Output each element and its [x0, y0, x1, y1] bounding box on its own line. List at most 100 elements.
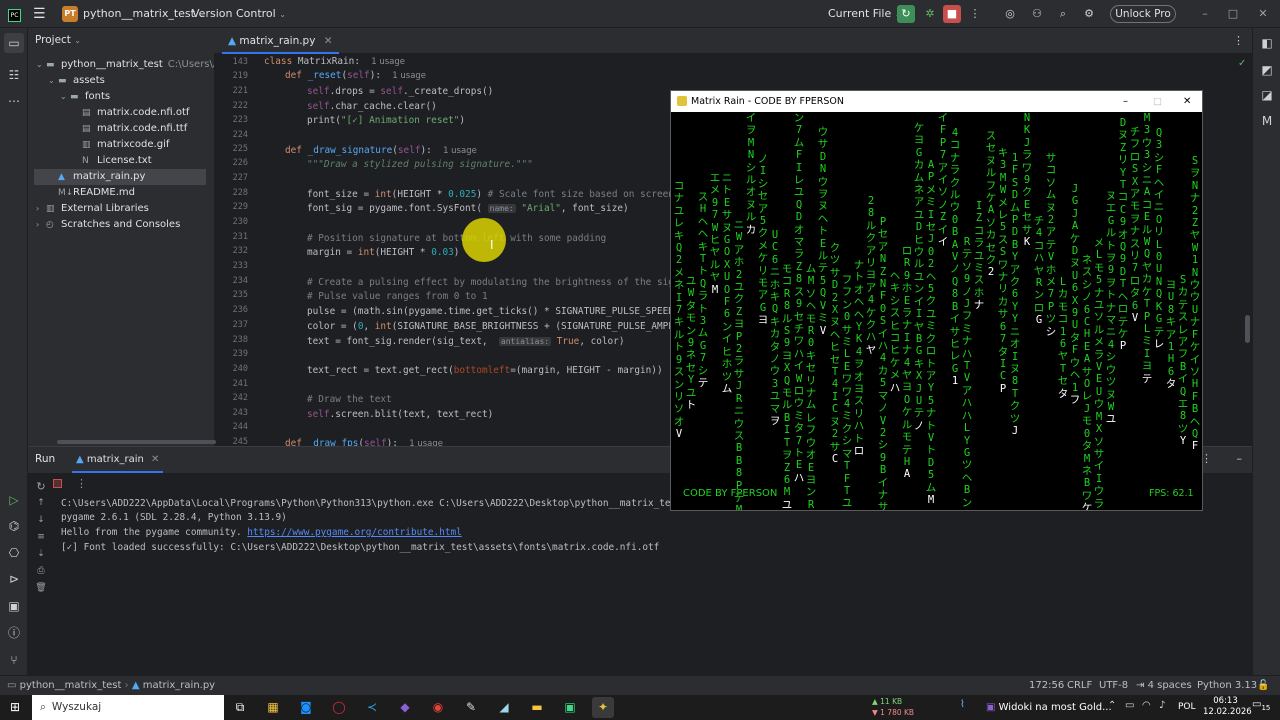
run-tool-icon[interactable]: ▷ [6, 492, 22, 508]
matrix-window-titlebar[interactable]: Matrix Rain - CODE BY FPERSON – □ ✕ [671, 91, 1202, 112]
run-config-tab[interactable]: ▲ matrix_rain ✕ [72, 447, 164, 473]
project-panel-title[interactable]: Project ⌄ [35, 34, 81, 46]
vscode-icon[interactable]: ≺ [361, 697, 383, 718]
gear-icon[interactable]: ⚙ [1080, 5, 1098, 23]
git-icon[interactable]: ⑂ [6, 652, 22, 668]
minimize-panel-icon[interactable]: – [1237, 452, 1243, 465]
wifi-icon[interactable]: ◠ [1142, 700, 1151, 711]
maximize-button[interactable]: □ [1224, 5, 1242, 23]
notifications-icon[interactable]: ◧ [1259, 35, 1275, 51]
problems-icon[interactable]: ⓘ [6, 625, 22, 641]
more-tabs-icon[interactable]: ⋮ [1233, 34, 1244, 47]
chrome-icon[interactable]: ◉ [427, 697, 449, 718]
matrix-close-button[interactable]: ✕ [1183, 91, 1191, 112]
chevron-right-icon[interactable]: › [36, 217, 46, 233]
visual-studio-icon[interactable]: ◆ [394, 697, 416, 718]
chevron-down-icon[interactable]: ⌄ [60, 89, 70, 105]
trash-icon[interactable]: 🗑 [34, 580, 48, 597]
breadcrumb[interactable]: ▭ python__matrix_test › ▲ matrix_rain.py [7, 676, 215, 696]
python-packages-icon[interactable]: ⌬ [6, 518, 22, 534]
chevron-down-icon[interactable]: ⌄ [48, 73, 58, 89]
rerun-icon[interactable]: ↻ [34, 478, 48, 495]
project-selector[interactable]: PT python__matrix_test ⌄ [62, 0, 205, 28]
tree-item[interactable]: › ◴ Scratches and Consoles [34, 217, 206, 233]
minimize-button[interactable]: – [1196, 5, 1214, 23]
run-options-icon[interactable]: ⋮ [76, 477, 87, 490]
more-tools-icon[interactable]: ⋯ [6, 93, 22, 109]
more-actions-icon[interactable]: ⋮ [966, 5, 984, 23]
language-indicator[interactable]: POL [1178, 695, 1196, 720]
pygame-link[interactable]: https://www.pygame.org/contribute.html [247, 527, 461, 538]
app-icon[interactable]: ✎ [460, 697, 482, 718]
run-tab-title[interactable]: Run [35, 453, 55, 465]
wrap-icon[interactable]: ≡ [34, 529, 48, 546]
rerun-button[interactable]: ↻ [897, 5, 915, 23]
pygame-taskbar-icon[interactable]: ✦ [592, 697, 614, 718]
tree-item[interactable]: M↓README.md [34, 185, 206, 201]
down-icon[interactable]: ↓ [34, 512, 48, 529]
close-tab-icon[interactable]: ✕ [151, 454, 159, 465]
structure-icon[interactable]: ☷ [6, 67, 22, 83]
windows-start-icon[interactable]: ⊞ [4, 697, 26, 718]
services-icon[interactable]: ⎔ [6, 545, 22, 561]
tab-matrix-rain[interactable]: ▲ matrix_rain.py ✕ [222, 28, 339, 54]
folder-icon[interactable]: ▭ [4, 33, 24, 53]
tree-item[interactable]: ▲ matrix_rain.py [34, 169, 206, 185]
run-icon[interactable]: ⊳ [6, 571, 22, 587]
tree-item[interactable]: › ▥ External Libraries [34, 201, 206, 217]
vcs-menu[interactable]: Version Control ⌄ [192, 0, 286, 28]
app2-icon[interactable]: ◢ [493, 697, 515, 718]
up-icon[interactable]: ↑ [34, 495, 48, 512]
stop-run-icon[interactable] [53, 479, 62, 488]
close-tab-icon[interactable]: ✕ [324, 35, 333, 47]
markdown-icon[interactable]: M [1259, 113, 1275, 129]
app-logo-icon[interactable]: PC [8, 0, 21, 28]
store-icon[interactable]: ▦ [262, 697, 284, 718]
stop-button[interactable]: ■ [943, 5, 961, 23]
close-button[interactable]: ✕ [1254, 5, 1272, 23]
tray-chevron-icon[interactable]: ⌃ [1108, 700, 1116, 711]
clock[interactable]: 06:13 12.02.2026 [1203, 696, 1252, 718]
tree-item[interactable]: ▤ matrix.code.nfi.ttf [34, 121, 206, 137]
task-view-icon[interactable]: ⧉ [229, 697, 251, 718]
chevron-right-icon[interactable]: › [36, 201, 46, 217]
outlook-icon[interactable]: ◙ [295, 697, 317, 718]
matrix-minimize-button[interactable]: – [1123, 91, 1128, 112]
tree-item[interactable]: ⌄ ▬ python__matrix_test C:\Users\ADD2 [34, 57, 242, 73]
scroll-end-icon[interactable]: ⇣ [34, 546, 48, 563]
indent-setting[interactable]: ⇥ 4 spaces [1136, 676, 1192, 696]
debug-button[interactable]: ✲ [921, 5, 939, 23]
lock-icon[interactable]: 🔓 [1257, 676, 1269, 696]
python-interpreter[interactable]: Python 3.13 [1197, 676, 1257, 696]
print-icon[interactable]: ⎙ [34, 563, 48, 580]
matrix-rain-window[interactable]: Matrix Rain - CODE BY FPERSON – □ ✕ コ ナ … [670, 90, 1203, 511]
main-menu-icon[interactable]: ☰ [33, 0, 46, 28]
unlock-pro-button[interactable]: Unlock Pro [1110, 5, 1176, 23]
tree-item[interactable]: N License.txt [34, 153, 206, 169]
tree-item[interactable]: ▥ matrixcode.gif [34, 137, 206, 153]
tree-item[interactable]: ▤ matrix.code.nfi.otf [34, 105, 206, 121]
notification-icon[interactable]: ▭15 [1252, 699, 1270, 712]
tree-item[interactable]: ⌄ ▬ assets [34, 73, 206, 89]
caret-position[interactable]: 172:56 [1029, 676, 1064, 696]
tree-item[interactable]: ⌄ ▬ fonts [34, 89, 206, 105]
line-separator[interactable]: CRLF [1067, 676, 1092, 696]
project-scrollbar[interactable] [57, 440, 216, 444]
file-explorer-icon[interactable]: ▬ [526, 697, 548, 718]
network-icon[interactable]: ▭ [1125, 700, 1134, 711]
run-config-selector[interactable]: Current File ⌄ [828, 0, 901, 28]
file-encoding[interactable]: UTF-8 [1099, 676, 1128, 696]
volume-icon[interactable]: ♪ [1159, 700, 1165, 711]
terminal-icon[interactable]: ▣ [6, 598, 22, 614]
editor-scrollbar[interactable] [1245, 315, 1250, 343]
inspection-ok-icon[interactable]: ✓ [1238, 58, 1246, 69]
add-user-icon[interactable]: ⚇ [1028, 5, 1046, 23]
opera-icon[interactable]: ◯ [328, 697, 350, 718]
chevron-down-icon[interactable]: ⌄ [36, 57, 46, 73]
matrix-maximize-button[interactable]: □ [1153, 91, 1162, 112]
taskbar-search[interactable]: ⌕ Wyszukaj [32, 695, 224, 720]
news-widget[interactable]: ▣ Widoki na most Gold... [986, 695, 1112, 720]
search-icon[interactable]: ⌕ [1054, 5, 1072, 23]
pycharm-icon[interactable]: ▣ [559, 697, 581, 718]
ai-assistant-icon[interactable]: ◎ [1001, 5, 1019, 23]
